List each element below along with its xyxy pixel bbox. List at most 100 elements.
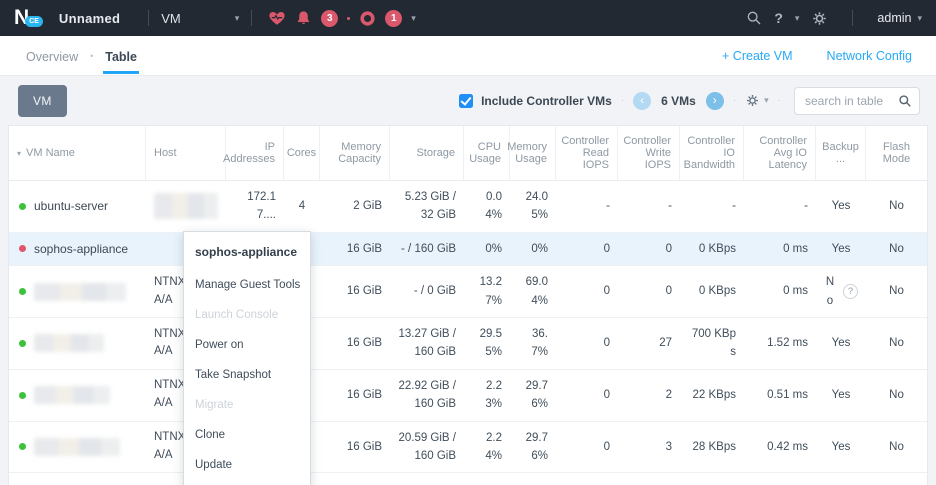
menu-item-take-snapshot[interactable]: Take Snapshot bbox=[184, 360, 310, 390]
column-header-vm-name[interactable]: ▾VM Name bbox=[9, 126, 146, 181]
cell-value: 0.51 ms bbox=[767, 386, 808, 404]
cell-value: 13.27 GiB / 160 GiB bbox=[398, 325, 456, 362]
column-header-controller-io-bandwidth[interactable]: Controller IO Bandwidth bbox=[680, 126, 744, 181]
cell-value: 2.23% bbox=[472, 377, 502, 414]
entity-dropdown[interactable]: VM ▾ bbox=[161, 11, 239, 26]
vm-row[interactable]: NTNX-59f-A/A416 GiB13.27 GiB / 160 GiB29… bbox=[9, 318, 927, 370]
vm-entity-button[interactable]: VM bbox=[18, 85, 67, 117]
cell-value: 1.52 ms bbox=[767, 334, 808, 352]
page-next-button[interactable]: › bbox=[706, 92, 724, 110]
cell-value: 0 bbox=[666, 282, 672, 300]
cell-vm-name bbox=[9, 266, 146, 317]
cell-value: 29.55% bbox=[472, 325, 502, 362]
vm-row[interactable]: ubuntu-server172.17....42 GiB5.23 GiB / … bbox=[9, 181, 927, 233]
user-menu[interactable]: admin ▾ bbox=[877, 11, 922, 25]
column-label: Memory Usage bbox=[507, 141, 547, 165]
help-icon[interactable]: ? bbox=[774, 10, 783, 26]
tasks-ring-icon[interactable] bbox=[359, 10, 376, 27]
backup-help-icon[interactable]: ? bbox=[843, 284, 858, 299]
cell-host bbox=[146, 181, 226, 232]
column-header-cpu-usage[interactable]: CPU Usage bbox=[464, 126, 510, 181]
cell-value: 3 bbox=[666, 438, 672, 456]
vm-context-menu: sophos-appliance Manage Guest ToolsLaunc… bbox=[183, 231, 311, 485]
column-label: Backup ... bbox=[822, 141, 859, 165]
menu-item-delete[interactable]: Delete bbox=[184, 480, 310, 485]
gear-icon[interactable] bbox=[811, 10, 828, 27]
cell-memory-capacity: 16 GiB bbox=[320, 370, 390, 421]
menu-item-update[interactable]: Update bbox=[184, 450, 310, 480]
cell-value: 36.7% bbox=[518, 325, 548, 362]
column-header-memory-usage[interactable]: Memory Usage bbox=[510, 126, 556, 181]
create-vm-link[interactable]: + Create VM bbox=[722, 49, 793, 63]
status-dot-green bbox=[19, 288, 26, 295]
cell-controller-io-bandwidth: 28 KBps bbox=[680, 422, 744, 473]
cell-memory-usage: 29.76% bbox=[510, 422, 556, 473]
vm-row[interactable]: NTNX-59f-A/A416 GiB20.59 GiB / 160 GiB2.… bbox=[9, 422, 927, 474]
chevron-down-icon[interactable]: ▾ bbox=[795, 13, 800, 24]
column-header-backup[interactable]: Backup ... bbox=[816, 126, 866, 181]
cell-value: 27 bbox=[659, 334, 672, 352]
cell-cpu-usage: 0.04% bbox=[464, 181, 510, 232]
include-controller-label: Include Controller VMs bbox=[481, 94, 612, 108]
health-heart-icon[interactable] bbox=[268, 9, 286, 27]
cell-value: 0 bbox=[666, 240, 672, 258]
tab-overview[interactable]: Overview bbox=[24, 38, 80, 74]
cell-controller-write-iops: - bbox=[618, 181, 680, 232]
cell-memory-usage: 24.05% bbox=[510, 181, 556, 232]
cell-value: - / 0 GiB bbox=[414, 282, 456, 300]
table-toolbar: VM Include Controller VMs · ‹ 6 VMs › · … bbox=[0, 76, 936, 125]
vm-row[interactable]: NTNX-59f-A/A816 GiB- / 0 GiB13.27%69.04%… bbox=[9, 266, 927, 318]
chevron-down-icon[interactable]: ▾ bbox=[411, 13, 416, 24]
column-header-controller-read-iops[interactable]: Controller Read IOPS bbox=[556, 126, 618, 181]
cell-value: 22 KBps bbox=[693, 386, 736, 404]
column-header-memory-capacity[interactable]: Memory Capacity bbox=[320, 126, 390, 181]
menu-item-manage-guest-tools[interactable]: Manage Guest Tools bbox=[184, 270, 310, 300]
cell-vm-name bbox=[9, 422, 146, 473]
column-header-storage[interactable]: Storage bbox=[390, 126, 464, 181]
cell-controller-io-bandwidth: 0 KBps bbox=[680, 233, 744, 265]
empty-row bbox=[9, 473, 927, 485]
search-icon[interactable] bbox=[746, 10, 762, 26]
cell-vm-name: sophos-appliance bbox=[9, 233, 146, 265]
vm-row[interactable]: NTNX-59f-A/A416 GiB22.92 GiB / 160 GiB2.… bbox=[9, 370, 927, 422]
nutanix-logo[interactable]: N CE bbox=[14, 8, 43, 28]
cell-value: No bbox=[889, 240, 904, 258]
cell-memory-usage: 36.7% bbox=[510, 318, 556, 369]
column-header-controller-write-iops[interactable]: Controller Write IOPS bbox=[618, 126, 680, 181]
tasks-count-badge[interactable]: 1 bbox=[385, 10, 402, 27]
cell-value: 24.05% bbox=[518, 188, 548, 225]
column-header-cores[interactable]: Cores bbox=[284, 126, 320, 181]
cell-value: 2 bbox=[666, 386, 672, 404]
cell-storage: 20.59 GiB / 160 GiB bbox=[390, 422, 464, 473]
menu-item-power-on[interactable]: Power on bbox=[184, 330, 310, 360]
cell-controller-io-bandwidth: 0 KBps bbox=[680, 266, 744, 317]
table-settings-dropdown[interactable]: ▾ bbox=[745, 93, 769, 108]
cell-cpu-usage: 0% bbox=[464, 233, 510, 265]
alerts-bell-icon[interactable] bbox=[295, 10, 312, 27]
cell-value: 0 bbox=[604, 386, 610, 404]
cell-value: 29.76% bbox=[518, 429, 548, 466]
cell-value: 20.59 GiB / 160 GiB bbox=[398, 429, 456, 466]
cell-value: 16 GiB bbox=[347, 240, 382, 258]
include-controller-checkbox[interactable] bbox=[459, 94, 473, 108]
vm-row[interactable]: sophos-appliance416 GiB- / 160 GiB0%0%00… bbox=[9, 233, 927, 266]
vm-name-text: ubuntu-server bbox=[34, 199, 108, 213]
cell-memory-capacity: 2 GiB bbox=[320, 181, 390, 232]
cell-controller-write-iops: 3 bbox=[618, 422, 680, 473]
column-header-host[interactable]: Host bbox=[146, 126, 226, 181]
column-header-controller-avg-io-latency[interactable]: Controller Avg IO Latency bbox=[744, 126, 816, 181]
network-config-link[interactable]: Network Config bbox=[827, 49, 912, 63]
cell-controller-read-iops: 0 bbox=[556, 370, 618, 421]
column-label: Storage bbox=[416, 147, 455, 159]
menu-item-clone[interactable]: Clone bbox=[184, 420, 310, 450]
column-header-flash-mode[interactable]: Flash Mode bbox=[866, 126, 927, 181]
cell-value: Yes bbox=[832, 386, 851, 404]
status-dot-green bbox=[19, 392, 26, 399]
column-label: Cores bbox=[287, 147, 316, 159]
column-label: Host bbox=[154, 147, 177, 159]
alerts-count-badge[interactable]: 3 bbox=[321, 10, 338, 27]
column-header-ip-addresses[interactable]: IP Addresses bbox=[226, 126, 284, 181]
page-prev-button[interactable]: ‹ bbox=[633, 92, 651, 110]
status-dot-green bbox=[19, 203, 26, 210]
tab-table[interactable]: Table bbox=[103, 38, 139, 74]
